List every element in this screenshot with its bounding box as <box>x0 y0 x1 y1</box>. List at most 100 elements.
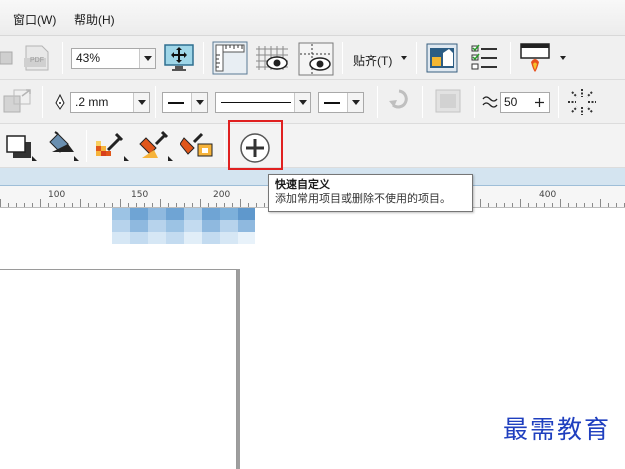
attributes-eyedropper-icon[interactable] <box>138 130 174 165</box>
ruler-label: 150 <box>131 190 149 200</box>
color-eyedropper-icon[interactable] <box>94 130 130 165</box>
separator <box>510 42 511 74</box>
ruler-tick <box>152 203 153 207</box>
menu-help[interactable]: 帮助(H) <box>74 11 115 28</box>
ruler-tick <box>64 203 65 207</box>
separator <box>62 42 63 74</box>
ruler-tick <box>200 199 201 207</box>
close-curve-icon[interactable] <box>432 86 466 121</box>
ruler-tick <box>480 199 481 207</box>
line-end-icon <box>324 102 340 104</box>
ruler-tick <box>600 199 601 207</box>
curve-smoothing-icon <box>482 93 498 114</box>
ruler-tick <box>616 203 617 207</box>
ruler-tick <box>248 203 249 207</box>
welcome-screen-icon[interactable] <box>426 43 458 76</box>
ruler-tick <box>192 203 193 207</box>
export-pdf-icon[interactable]: PDF <box>22 44 54 75</box>
outline-width-combo[interactable]: .2 mm <box>70 92 150 113</box>
ruler-tick <box>512 203 513 207</box>
ruler-tick <box>176 203 177 207</box>
ruler-tick <box>568 203 569 207</box>
end-arrowhead-combo[interactable] <box>318 92 364 113</box>
separator <box>377 86 378 118</box>
ruler-tick <box>48 203 49 207</box>
guidelines-view-icon[interactable] <box>298 42 334 79</box>
drop-shadow-tool-icon[interactable] <box>4 132 38 165</box>
menu-bar: 窗口(W) 帮助(H) <box>0 0 625 36</box>
line-style-combo[interactable] <box>215 92 311 113</box>
reverse-direction-icon[interactable] <box>387 87 411 120</box>
line-start-icon <box>168 102 184 104</box>
grid-view-icon[interactable] <box>255 43 291 78</box>
highlight-box <box>228 120 283 170</box>
ruler-tick <box>32 203 33 207</box>
blurred-object[interactable] <box>112 208 255 244</box>
ruler-tick <box>520 199 521 207</box>
zoom-level-combo[interactable]: 43% <box>71 48 156 69</box>
ruler-tick <box>8 203 9 207</box>
ruler-tick <box>496 203 497 207</box>
print-icon[interactable] <box>0 48 14 71</box>
smoothing-value: 50 <box>504 95 518 109</box>
pdf-icon-text: PDF <box>30 57 44 64</box>
chevron-down-icon[interactable] <box>294 93 310 112</box>
ruler-tick <box>16 203 17 207</box>
separator <box>416 42 417 74</box>
extract-subpath-icon[interactable] <box>566 87 598 120</box>
ruler-label: 200 <box>213 190 231 200</box>
pen-nib-icon <box>54 93 66 113</box>
ruler-tick <box>536 203 537 207</box>
ruler-tick <box>240 199 241 207</box>
chevron-down-icon[interactable] <box>133 93 149 112</box>
smoothing-input[interactable]: 50 <box>500 92 550 113</box>
watermark-text: 最需教育 <box>503 415 612 444</box>
separator <box>342 42 343 74</box>
ruler-tick <box>56 203 57 207</box>
chevron-down-icon[interactable] <box>347 93 363 112</box>
separator <box>224 130 225 162</box>
application-launcher-icon[interactable] <box>519 42 553 77</box>
ruler-tick <box>96 203 97 207</box>
outline-width-value: .2 mm <box>75 95 109 109</box>
resize-object-icon[interactable] <box>2 86 36 121</box>
ruler-tick <box>552 203 553 207</box>
ruler-tick <box>608 203 609 207</box>
ruler-tick <box>120 199 121 207</box>
ruler-tick <box>184 203 185 207</box>
launcher-chevron-icon[interactable] <box>560 56 566 60</box>
chevron-down-icon[interactable] <box>139 49 155 68</box>
start-arrowhead-combo[interactable] <box>162 92 208 113</box>
slider-handle-icon[interactable] <box>535 96 544 109</box>
ruler-tick <box>0 199 1 207</box>
ruler-tick <box>232 203 233 207</box>
separator <box>42 86 43 118</box>
separator <box>558 86 559 118</box>
snap-to-menu[interactable]: 贴齐(T) <box>353 52 392 69</box>
snap-chevron-icon[interactable] <box>401 56 407 60</box>
ruler-tick <box>40 199 41 207</box>
ruler-tick <box>488 203 489 207</box>
ruler-tick <box>264 203 265 207</box>
ruler-tick <box>592 203 593 207</box>
chevron-down-icon[interactable] <box>191 93 207 112</box>
tooltip-title: 快速自定义 <box>275 179 330 191</box>
zoom-to-page-icon[interactable] <box>163 42 195 77</box>
ruler-tick <box>224 203 225 207</box>
ruler-tick <box>504 203 505 207</box>
transparency-tool-icon[interactable] <box>44 130 80 165</box>
checklist-options-icon[interactable] <box>470 43 500 76</box>
separator <box>86 130 87 162</box>
tooltip-description: 添加常用项目或删除不使用的项目。 <box>275 193 451 205</box>
document-page[interactable] <box>0 269 237 469</box>
ruler-tick <box>112 203 113 207</box>
standard-toolbar: PDF 43% 贴齐(T) <box>0 36 625 80</box>
ruler-tick <box>216 203 217 207</box>
ruler-tick <box>128 203 129 207</box>
apply-attributes-icon[interactable] <box>179 130 216 165</box>
separator <box>203 42 204 74</box>
menu-window[interactable]: 窗口(W) <box>13 11 56 28</box>
ruler-label: 400 <box>539 190 557 200</box>
rulers-toggle-icon[interactable] <box>212 41 248 78</box>
ruler-tick <box>104 203 105 207</box>
